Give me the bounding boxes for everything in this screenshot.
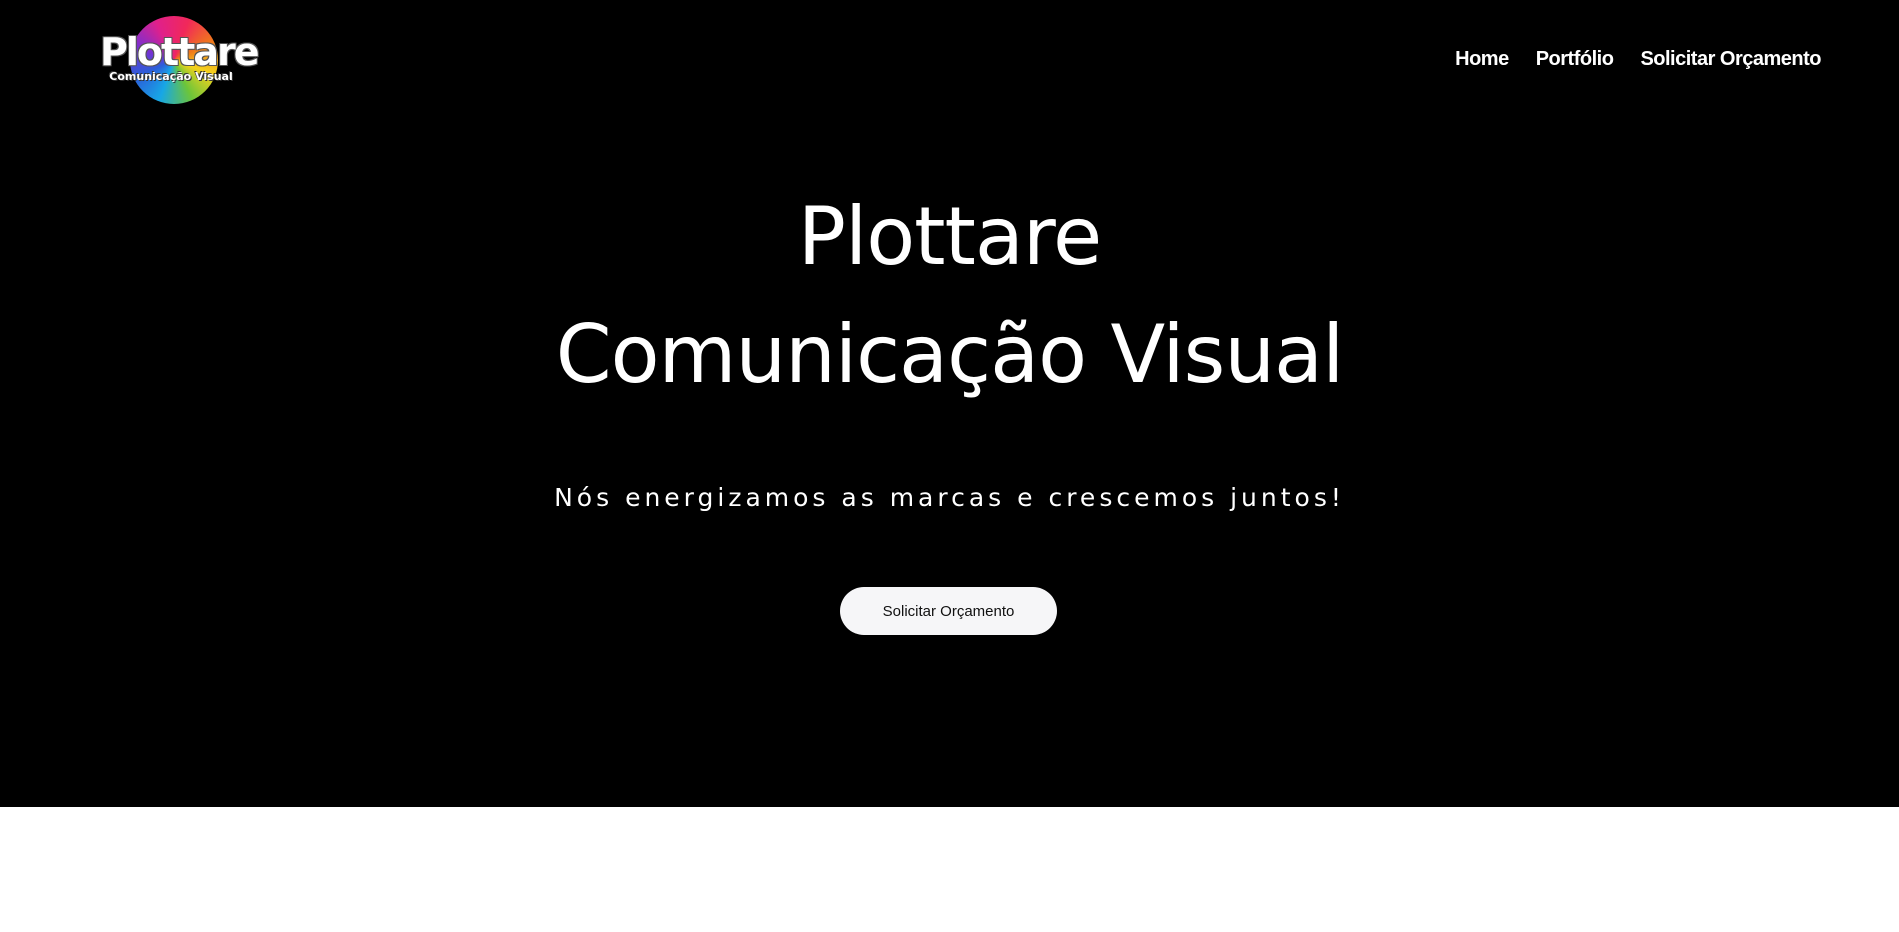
hero-title-line1: Plottare [797, 190, 1103, 283]
logo-wordmark: Plottare [100, 30, 259, 74]
hero-title-line2: Comunicação Visual [555, 308, 1345, 401]
request-quote-button[interactable]: Solicitar Orçamento [840, 587, 1057, 635]
hero-section: Plottare Comunicação Visual Home Portfól… [0, 0, 1899, 807]
nav-quote-link[interactable]: Solicitar Orçamento [1640, 48, 1821, 71]
hero-tagline: Nós energizamos as marcas e crescemos ju… [554, 483, 1345, 512]
main-nav: Home Portfólio Solicitar Orçamento [1455, 48, 1821, 71]
nav-portfolio-link[interactable]: Portfólio [1536, 48, 1614, 71]
nav-home-link[interactable]: Home [1455, 48, 1509, 71]
brand-logo[interactable]: Plottare Comunicação Visual [100, 14, 259, 106]
content-section [0, 807, 1899, 932]
logo-subtitle: Comunicação Visual [109, 70, 233, 83]
